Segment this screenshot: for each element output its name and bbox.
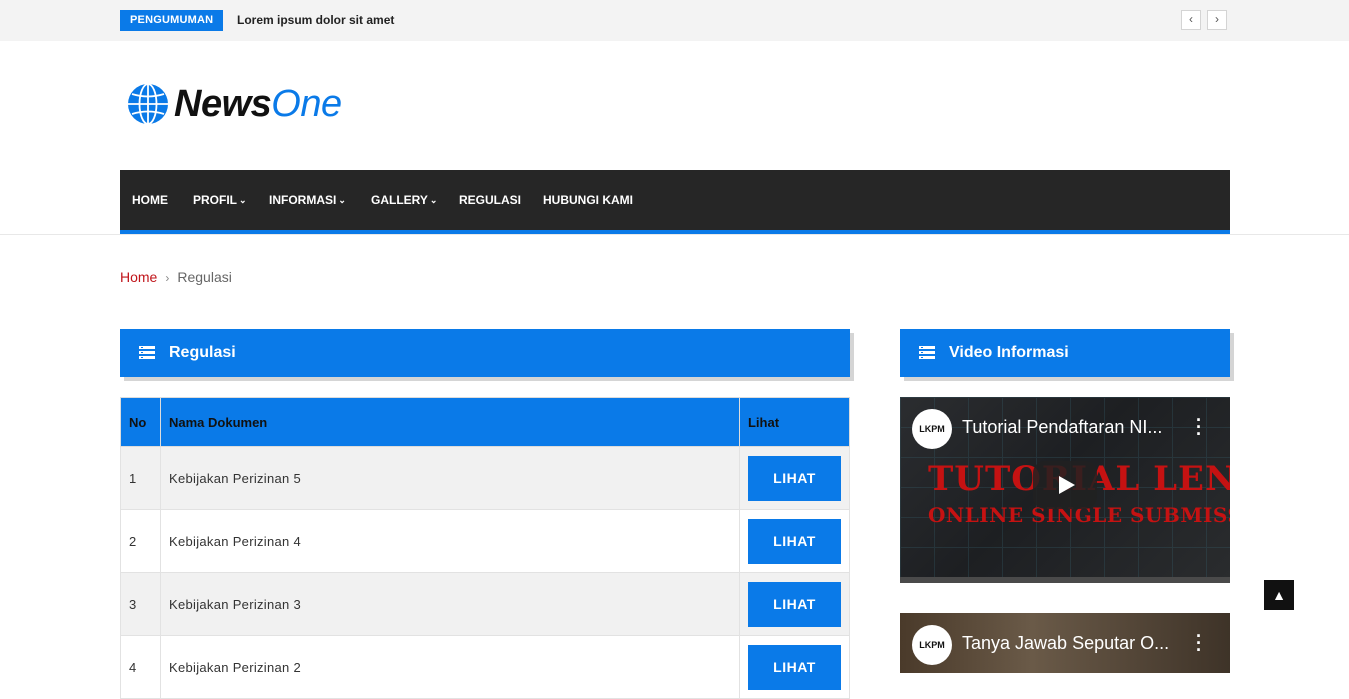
breadcrumb-separator-icon: › <box>165 271 170 285</box>
row-number: 3 <box>120 572 161 636</box>
column-header-no: No <box>120 397 161 447</box>
table-row: 1 Kebijakan Perizinan 5 LIHAT <box>120 446 851 510</box>
chevron-down-icon: ⌄ <box>239 195 247 205</box>
nav-item-hubungi-kami[interactable]: HUBUNGI KAMI <box>543 170 633 230</box>
announcement-badge: PENGUMUMAN <box>120 10 224 31</box>
scroll-to-top-button[interactable]: ▲ <box>1264 580 1294 610</box>
view-cell: LIHAT <box>738 509 851 573</box>
view-cell: LIHAT <box>738 572 851 636</box>
breadcrumb-current: Regulasi <box>177 269 232 285</box>
video-progress-track <box>900 577 1230 583</box>
table-row: 2 Kebijakan Perizinan 4 LIHAT <box>120 509 851 573</box>
video-embed-2[interactable]: LKPM Tanya Jawab Seputar O... · · · <box>900 613 1230 673</box>
ticker-next-button[interactable]: › <box>1207 10 1227 30</box>
chevron-down-icon: ⌄ <box>338 195 346 205</box>
document-name: Kebijakan Perizinan 5 <box>159 446 740 510</box>
channel-avatar[interactable]: LKPM <box>912 409 952 449</box>
table-row: 4 Kebijakan Perizinan 2 LIHAT <box>120 635 851 699</box>
nav-item-profil[interactable]: PROFIL ⌄ <box>193 170 247 230</box>
regulation-table: No Nama Dokumen Lihat 1 Kebijakan Perizi… <box>120 397 851 699</box>
breadcrumb: Home › Regulasi <box>120 269 232 285</box>
regulasi-panel-header: Regulasi <box>120 329 850 377</box>
video-title[interactable]: Tanya Jawab Seputar O... <box>962 633 1172 654</box>
nav-item-home[interactable]: HOME <box>132 170 168 230</box>
ticker-prev-button[interactable]: ‹ <box>1181 10 1201 30</box>
view-document-button[interactable]: LIHAT <box>747 518 841 564</box>
table-row: 3 Kebijakan Perizinan 3 LIHAT <box>120 572 851 636</box>
view-document-button[interactable]: LIHAT <box>747 581 841 627</box>
nav-item-informasi[interactable]: INFORMASI ⌄ <box>269 170 346 230</box>
header-divider <box>0 234 1349 235</box>
logo-text-news: News <box>174 83 272 125</box>
view-cell: LIHAT <box>738 446 851 510</box>
video-title[interactable]: Tutorial Pendaftaran NI... <box>962 417 1172 438</box>
chevron-down-icon: ⌄ <box>429 195 438 205</box>
document-name: Kebijakan Perizinan 4 <box>159 509 740 573</box>
nav-label-hubungi-kami: HUBUNGI KAMI <box>543 193 633 207</box>
list-icon <box>919 346 935 359</box>
nav-item-regulasi[interactable]: REGULASI <box>459 170 521 230</box>
announcement-ticker-text[interactable]: Lorem ipsum dolor sit amet <box>237 13 394 27</box>
row-number: 1 <box>120 446 161 510</box>
table-header-row: No Nama Dokumen Lihat <box>120 397 851 447</box>
document-name: Kebijakan Perizinan 3 <box>159 572 740 636</box>
nav-label-gallery: GALLERY <box>371 193 428 207</box>
logo-text-one: One <box>271 83 342 125</box>
document-name: Kebijakan Perizinan 2 <box>159 635 740 699</box>
channel-avatar[interactable]: LKPM <box>912 625 952 665</box>
globe-icon <box>128 83 168 125</box>
column-header-view: Lihat <box>738 397 851 447</box>
logo-wordmark: NewsOne <box>174 82 342 126</box>
view-cell: LIHAT <box>738 635 851 699</box>
video-panel-header: Video Informasi <box>900 329 1230 377</box>
row-number: 4 <box>120 635 161 699</box>
site-logo[interactable]: NewsOne <box>127 82 342 126</box>
nav-label-informasi: INFORMASI <box>269 193 337 207</box>
view-document-button[interactable]: LIHAT <box>747 455 841 501</box>
nav-label-profil: PROFIL <box>193 193 237 207</box>
nav-item-gallery[interactable]: GALLERY ⌄ <box>371 170 437 230</box>
column-header-document-name: Nama Dokumen <box>159 397 740 447</box>
list-icon <box>139 346 155 359</box>
breadcrumb-home-link[interactable]: Home <box>120 269 157 285</box>
row-number: 2 <box>120 509 161 573</box>
view-document-button[interactable]: LIHAT <box>747 644 841 690</box>
more-vert-icon[interactable]: · · · <box>1196 627 1202 659</box>
announcement-bar: PENGUMUMAN Lorem ipsum dolor sit amet ‹ … <box>0 0 1349 41</box>
main-navigation: HOME PROFIL ⌄ INFORMASI ⌄ GALLERY ⌄ REGULAS… <box>120 170 1230 234</box>
nav-label-home: HOME <box>132 193 168 207</box>
regulasi-panel-title: Regulasi <box>169 344 236 361</box>
video-panel-title: Video Informasi <box>949 344 1069 361</box>
more-vert-icon[interactable]: · · · <box>1196 411 1202 443</box>
play-icon[interactable] <box>1033 461 1097 509</box>
video-embed-1[interactable]: TUTORIAL LENGKAP ONLINE SINGLE SUBMISSIO… <box>900 397 1230 583</box>
nav-label-regulasi: REGULASI <box>459 193 522 207</box>
